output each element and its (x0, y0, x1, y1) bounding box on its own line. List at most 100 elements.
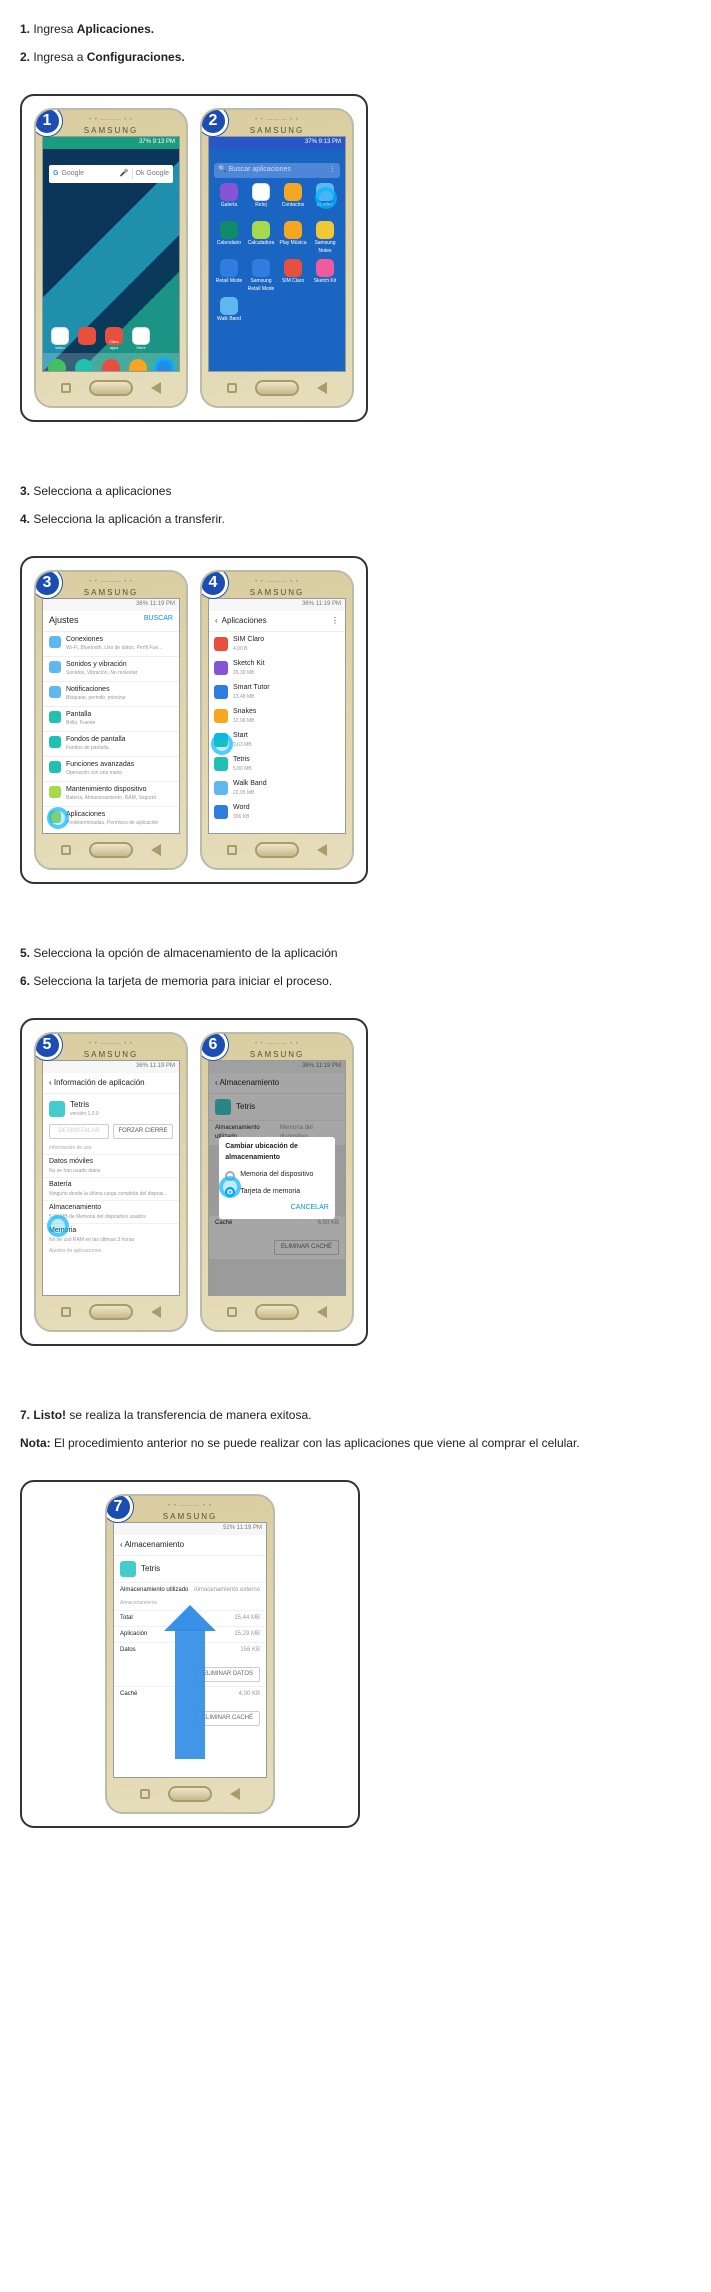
back-button[interactable] (317, 382, 327, 394)
app-simclaro[interactable]: SIM Claro (278, 259, 308, 295)
back-button[interactable] (151, 844, 161, 856)
home-button[interactable] (255, 380, 299, 396)
used-label: Almacenamiento utilizado (120, 1586, 188, 1595)
clear-data-button[interactable]: ELIMINAR DATOS (196, 1667, 260, 1682)
back-button[interactable] (151, 382, 161, 394)
step-bold: Configuraciones. (87, 50, 185, 64)
home-button[interactable] (89, 1304, 133, 1320)
settings-sonidos[interactable]: Sonidos y vibraciónSonidos, Vibración, N… (43, 656, 179, 681)
note-bold: Nota: (20, 1436, 51, 1450)
settings-notificaciones[interactable]: NotificacionesBloquear, permitir, priori… (43, 681, 179, 706)
recent-button[interactable] (227, 1307, 237, 1317)
app-size-value: 15,29 MB (234, 1630, 260, 1639)
recent-button[interactable] (61, 383, 71, 393)
phone-1: 1 • • ——— • •SAMSUNG 37% 9:13 PM G Googl… (34, 108, 188, 408)
app-search[interactable]: 🔍 Buscar aplicaciones ⋮ (214, 163, 340, 178)
app-calculadora[interactable]: Calculadora (246, 221, 276, 257)
settings-conexiones[interactable]: ConexionesWi-Fi, Bluetooth, Uso de datos… (43, 631, 179, 656)
settings-mantenimiento[interactable]: Mantenimiento dispositivoBatería, Almace… (43, 781, 179, 806)
step-text: Ingresa (30, 22, 77, 36)
app-tetris[interactable]: Tetris5,80 MB (209, 752, 345, 776)
dialog-opt-device[interactable]: Memoria del dispositivo (225, 1167, 329, 1184)
dock-phone-icon[interactable] (48, 359, 66, 372)
menu-icon[interactable]: ⋮ (329, 165, 336, 176)
back-button[interactable] (317, 1306, 327, 1318)
step-num: 2. (20, 50, 30, 64)
back-icon[interactable]: ‹ (49, 1078, 52, 1087)
settings-pantalla[interactable]: PantallaBrillo, Fuente (43, 706, 179, 731)
settings-search[interactable]: BUSCAR (144, 614, 173, 628)
dock-internet-icon[interactable] (75, 359, 93, 372)
status-bar: 52% 11:19 PM (114, 1523, 266, 1535)
app-sketchkit[interactable]: Sketch Kit26,39 MB (209, 656, 345, 680)
recent-button[interactable] (227, 383, 237, 393)
settings-avanzadas[interactable]: Funciones avanzadasOperación con una man… (43, 756, 179, 781)
step-num: 3. (20, 484, 30, 498)
home-button[interactable] (255, 1304, 299, 1320)
info-datos-moviles[interactable]: Datos móvilesNo se han usado datos (43, 1154, 179, 1177)
back-button[interactable] (230, 1788, 240, 1800)
step-text: se realiza la transferencia de manera ex… (66, 1408, 311, 1422)
highlight-ring (47, 1215, 69, 1237)
mic-icon[interactable]: 🎤 (120, 169, 129, 180)
recent-button[interactable] (140, 1789, 150, 1799)
phone-7: 7 • • ——— • •SAMSUNG 52% 11:19 PM ‹ Alma… (105, 1494, 275, 1814)
app-walkband[interactable]: Walk Band22,95 MB (209, 776, 345, 800)
dock-claro-icon[interactable] (102, 359, 120, 372)
home-button[interactable] (255, 842, 299, 858)
app-word[interactable]: Word306 KB (209, 800, 345, 824)
app-galeria[interactable]: Galería (214, 183, 244, 219)
data-size-value: 156 KB (240, 1646, 260, 1655)
figure-3-4: 3 • • ——— • •SAMSUNG 36% 11:19 PM Ajuste… (20, 556, 368, 884)
app-reloj[interactable]: Reloj (246, 183, 276, 219)
google-search[interactable]: G Google 🎤 Ok Google (49, 165, 173, 183)
phone-4: 4 • • ——— • •SAMSUNG 36% 11:19 PM ‹Aplic… (200, 570, 354, 870)
info-title: Información de aplicación (54, 1078, 145, 1087)
home-button[interactable] (89, 380, 133, 396)
app-smarttutor[interactable]: Smart Tutor13,48 MB (209, 680, 345, 704)
usage-label: Información de uso (43, 1143, 179, 1155)
highlight-ring (47, 807, 69, 829)
status-bar: 37% 9:13 PM (209, 137, 345, 149)
app-calendario[interactable]: Calendario (214, 221, 244, 257)
step-num: 1. (20, 22, 30, 36)
back-button[interactable] (151, 1306, 161, 1318)
app-walkband[interactable]: Walk Band (214, 297, 244, 333)
phone-5: 5 • • ——— • •SAMSUNG 36% 11:19 PM ‹ Info… (34, 1032, 188, 1332)
step-num: 6. (20, 974, 30, 988)
recent-button[interactable] (227, 845, 237, 855)
back-button[interactable] (317, 844, 327, 856)
dock-messages-icon[interactable] (129, 359, 147, 372)
recent-button[interactable] (61, 1307, 71, 1317)
used-value: Almacenamiento externo (194, 1586, 260, 1595)
step-text: Selecciona a aplicaciones (30, 484, 171, 498)
app-name: Tetris (141, 1563, 160, 1575)
step-text: Selecciona la opción de almacenamiento d… (30, 946, 338, 960)
settings-fondos[interactable]: Fondos de pantallaFondos de pantalla (43, 731, 179, 756)
app-retail[interactable]: Retail Mode (214, 259, 244, 295)
home-button[interactable] (89, 842, 133, 858)
menu-icon[interactable]: ⋮ (331, 615, 339, 627)
recent-button[interactable] (61, 845, 71, 855)
app-snakes[interactable]: Snakes12,96 MB (209, 704, 345, 728)
app-sim-claro[interactable]: SIM Claro4,00 B (209, 632, 345, 656)
info-bateria[interactable]: BateríaNinguno desde la última carga com… (43, 1177, 179, 1200)
back-icon[interactable]: ‹ (120, 1540, 123, 1549)
phone-brand: SAMSUNG (84, 126, 138, 135)
app-contactos[interactable]: Contactos (278, 183, 308, 219)
total-value: 15,44 MB (234, 1614, 260, 1623)
home-button[interactable] (168, 1786, 212, 1802)
app-sretail[interactable]: Samsung Retail Mode (246, 259, 276, 295)
uninstall-button[interactable]: DESINSTALAR (49, 1124, 109, 1139)
back-icon[interactable]: ‹ (215, 615, 218, 627)
dialog-title: Cambiar ubicación de almacenamiento (225, 1142, 329, 1163)
app-notes[interactable]: Samsung Notes (310, 221, 340, 257)
app-playmusica[interactable]: Play Música (278, 221, 308, 257)
cache-label: Caché (120, 1690, 137, 1699)
step-text: Selecciona la tarjeta de memoria para in… (30, 974, 332, 988)
force-stop-button[interactable]: FORZAR CIERRE (113, 1124, 173, 1139)
phone-brand: SAMSUNG (250, 126, 304, 135)
dialog-cancel[interactable]: CANCELAR (225, 1200, 329, 1214)
app-sketchkit[interactable]: Sketch Kit (310, 259, 340, 295)
settings-title: Ajustes (49, 614, 79, 628)
